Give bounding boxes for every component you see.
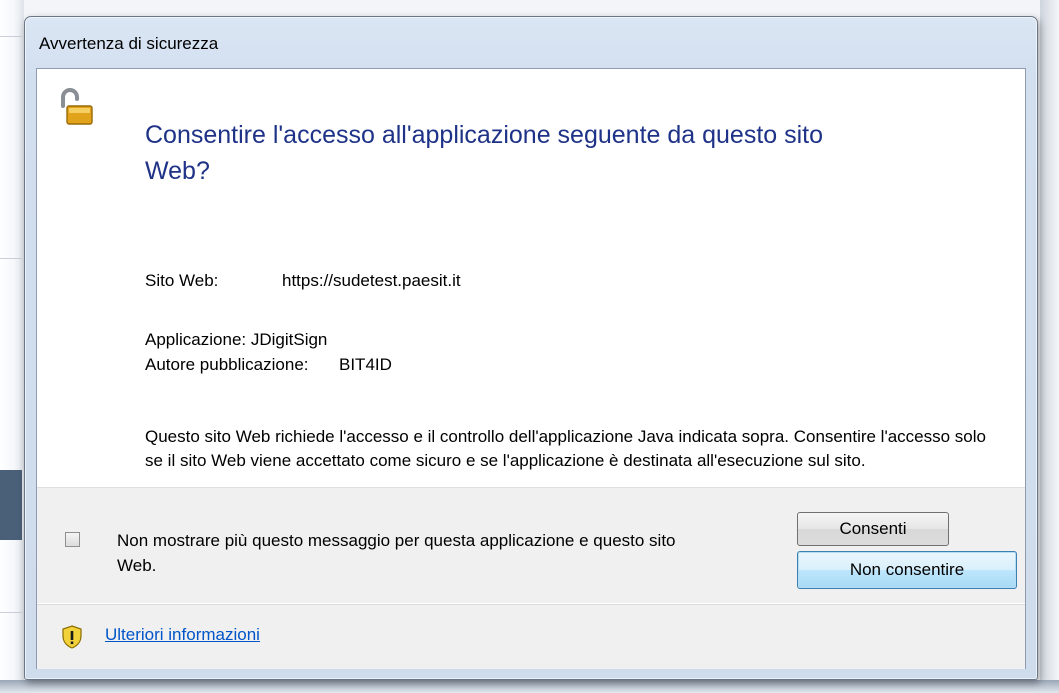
dont-show-again-label[interactable]: Non mostrare più questo messaggio per qu…: [117, 528, 677, 578]
deny-button[interactable]: Non consentire: [797, 551, 1017, 589]
publisher-value: BIT4ID: [339, 355, 392, 374]
dialog-content: Consentire l'accesso all'applicazione se…: [36, 68, 1026, 669]
application-name: Applicazione: JDigitSign: [145, 330, 328, 349]
background-divider: [0, 258, 22, 259]
site-url: https://sudetest.paesit.it: [282, 271, 461, 290]
shield-warning-icon: [61, 625, 83, 649]
publisher-label: Autore pubblicazione:: [145, 355, 309, 374]
security-warning-dialog: Avvertenza di sicurezza Consentire l'acc…: [24, 16, 1038, 680]
more-info-link[interactable]: Ulteriori informazioni: [105, 625, 260, 645]
dont-show-again-checkbox[interactable]: [65, 532, 80, 547]
dialog-heading-continued: Web?: [145, 157, 210, 185]
warning-description: Questo sito Web richiede l'accesso e il …: [145, 427, 986, 470]
background-desktop-left: [0, 0, 24, 693]
background-panel: [0, 470, 22, 540]
unlocked-padlock-icon: [55, 87, 95, 127]
site-label: Sito Web:: [145, 271, 219, 290]
dialog-heading: Consentire l'accesso all'applicazione se…: [145, 121, 824, 149]
allow-button[interactable]: Consenti: [797, 512, 949, 546]
background-divider: [0, 36, 22, 37]
background-divider: [0, 612, 22, 613]
dialog-footer: Ulteriori informazioni: [37, 604, 1025, 669]
background-desktop-right: [1040, 0, 1059, 693]
background-desktop-bottom: [0, 680, 1059, 693]
options-area: Non mostrare più questo messaggio per qu…: [37, 487, 1025, 603]
window-title: Avvertenza di sicurezza: [39, 34, 219, 53]
